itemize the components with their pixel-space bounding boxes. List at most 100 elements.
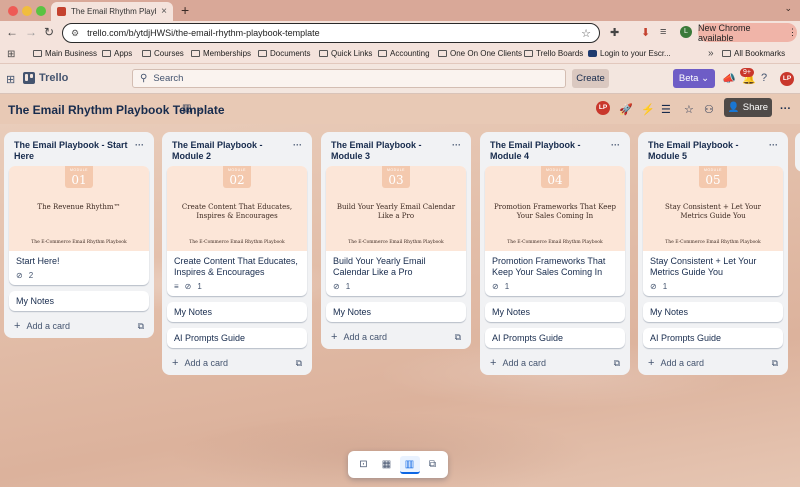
bookmark-folder[interactable]: Courses <box>142 49 184 58</box>
card-my-notes[interactable]: My Notes <box>643 302 783 322</box>
bookmark-folder[interactable]: Main Business <box>33 49 97 58</box>
card[interactable]: MODULE 03 Build Your Yearly Email Calend… <box>326 166 466 296</box>
more-bookmarks-chevron-icon[interactable]: » <box>708 48 714 59</box>
power-ups-rocket-icon[interactable]: 🚀 <box>619 103 633 116</box>
trello-logo[interactable]: Trello <box>23 72 68 84</box>
visibility-icon[interactable]: ⚇ <box>704 103 714 116</box>
card[interactable]: MODULE 04 Promotion Frameworks That Keep… <box>485 166 625 296</box>
board-member-avatar[interactable]: LP <box>596 101 610 115</box>
create-button[interactable]: Create <box>572 69 609 88</box>
attachment-icon: ⊘ <box>333 282 340 291</box>
back-arrow-icon[interactable]: ← <box>6 25 18 39</box>
bookmark-folder[interactable]: Documents <box>258 49 310 58</box>
list-menu-icon[interactable]: ··· <box>452 140 461 162</box>
create-from-template-icon[interactable]: ⧉ <box>138 321 144 332</box>
list-header[interactable]: The Email Playbook - Module 4 ··· <box>485 138 625 166</box>
bookmark-folder[interactable]: Memberships <box>191 49 251 58</box>
account-avatar[interactable]: LP <box>780 72 794 86</box>
board-title[interactable]: The Email Rhythm Playbook Template <box>8 103 225 117</box>
card-title: Promotion Frameworks That Keep Your Sale… <box>492 256 606 277</box>
media-queue-icon[interactable]: ≡ <box>660 26 666 38</box>
card[interactable]: MODULE 02 Create Content That Educates, … <box>167 166 307 296</box>
list-menu-icon[interactable]: ··· <box>769 140 778 162</box>
bookmark-folder[interactable]: Accounting <box>378 49 430 58</box>
automation-lightning-icon[interactable]: ⚡ <box>641 103 655 116</box>
card-my-notes[interactable]: My Notes <box>326 302 466 322</box>
app-switcher-icon[interactable]: ⊞ <box>6 73 15 86</box>
card[interactable]: MODULE 05 Stay Consistent + Let Your Met… <box>643 166 783 296</box>
list-title[interactable]: The Email Playbook - Module 2 <box>172 140 293 162</box>
list-header[interactable]: The Email Playbook - Module 5 ··· <box>643 138 783 166</box>
search-input[interactable]: ⚲ Search <box>132 69 566 88</box>
board-menu-icon[interactable]: ··· <box>780 103 791 115</box>
board-view-icon[interactable]: ▥ <box>399 455 420 474</box>
address-bar[interactable]: ⚙ trello.com/b/ytdjHWSi/the-email-rhythm… <box>62 23 600 43</box>
folder-icon <box>319 50 328 57</box>
switch-boards-icon[interactable]: ⧉ <box>423 456 443 474</box>
bookmark-star-icon[interactable]: ☆ <box>581 27 591 40</box>
close-tab-icon[interactable]: × <box>161 6 167 17</box>
create-from-template-icon[interactable]: ⧉ <box>772 358 778 369</box>
card-cover: MODULE 01 The Revenue Rhythm™ The E-Comm… <box>9 166 149 251</box>
close-window-button[interactable] <box>8 6 18 16</box>
new-tab-button[interactable]: + <box>181 2 189 18</box>
bookmark-folder[interactable]: Apps <box>102 49 132 58</box>
share-button[interactable]: 👤 Share <box>724 98 772 117</box>
list-header[interactable]: The Email Playbook - Start Here ··· <box>9 138 149 166</box>
add-card-button[interactable]: + Add a card <box>331 331 387 343</box>
site-info-icon[interactable]: ⚙ <box>71 28 79 39</box>
reload-icon[interactable]: ↻ <box>44 25 54 39</box>
list-title[interactable]: The Email Playbook - Module 4 <box>490 140 611 162</box>
bookmark-folder[interactable]: Trello Boards <box>524 49 583 58</box>
tab-search-chevron-icon[interactable]: ⌄ <box>784 3 792 14</box>
list-title[interactable]: The Email Playbook - Start Here <box>14 140 135 162</box>
cover-module-label: MODULE <box>704 168 722 172</box>
create-from-template-icon[interactable]: ⧉ <box>455 332 461 343</box>
add-card-button[interactable]: + Add a card <box>490 357 546 369</box>
card-my-notes[interactable]: My Notes <box>485 302 625 322</box>
add-card-button[interactable]: + Add a card <box>172 357 228 369</box>
chevron-down-icon[interactable]: ⌄ <box>196 103 204 114</box>
megaphone-icon[interactable]: 📣 <box>722 72 736 85</box>
minimize-window-button[interactable] <box>22 6 32 16</box>
download-icon[interactable]: ⬇ <box>641 26 650 39</box>
add-card-button[interactable]: + Add a card <box>648 357 704 369</box>
inbox-view-icon[interactable]: ⊡ <box>354 456 374 474</box>
cover-module-number: 01 <box>71 173 87 187</box>
list-menu-icon[interactable]: ··· <box>135 140 144 162</box>
planner-calendar-icon[interactable]: ▦ <box>377 456 397 474</box>
list-title[interactable]: The Email Playbook - Module 5 <box>648 140 769 162</box>
list-title[interactable]: The Email Playbook - Module 3 <box>331 140 452 162</box>
forward-arrow-icon[interactable]: → <box>25 25 37 39</box>
beta-button[interactable]: Beta ⌄ <box>673 69 715 88</box>
browser-tab-active[interactable]: The Email Rhythm Playbook T × <box>51 2 173 21</box>
list-menu-icon[interactable]: ··· <box>293 140 302 162</box>
filter-icon[interactable]: ☰ <box>661 103 671 116</box>
add-card-button[interactable]: + Add a card <box>14 320 70 332</box>
card-ai-prompts-guide[interactable]: AI Prompts Guide <box>485 328 625 348</box>
new-chrome-available-button[interactable]: New Chrome available ⋮ <box>698 23 797 43</box>
list-menu-icon[interactable]: ··· <box>611 140 620 162</box>
extensions-icon[interactable]: ✚ <box>610 26 619 39</box>
card-my-notes[interactable]: My Notes <box>9 291 149 311</box>
all-bookmarks-folder[interactable]: All Bookmarks <box>722 49 785 58</box>
bookmark-folder[interactable]: One On One Clients <box>438 49 522 58</box>
help-icon[interactable]: ? <box>761 72 767 84</box>
card-my-notes[interactable]: My Notes <box>167 302 307 322</box>
create-from-template-icon[interactable]: ⧉ <box>296 358 302 369</box>
create-from-template-icon[interactable]: ⧉ <box>614 358 620 369</box>
board-view-icon[interactable]: ▥ <box>182 103 191 114</box>
star-board-icon[interactable]: ☆ <box>684 103 694 116</box>
list-header[interactable]: The Email Playbook - Module 3 ··· <box>326 138 466 166</box>
bookmark-link[interactable]: Login to your Escr... <box>588 49 671 58</box>
chrome-profile-avatar[interactable]: L <box>680 26 692 38</box>
cover-title: Build Your Yearly Email Calendar Like a … <box>336 203 456 220</box>
card-ai-prompts-guide[interactable]: AI Prompts Guide <box>167 328 307 348</box>
list-header[interactable]: The Email Playbook - Module 2 ··· <box>167 138 307 166</box>
card[interactable]: MODULE 01 The Revenue Rhythm™ The E-Comm… <box>9 166 149 285</box>
maximize-window-button[interactable] <box>36 6 46 16</box>
card-ai-prompts-guide[interactable]: AI Prompts Guide <box>643 328 783 348</box>
apps-grid-icon[interactable]: ⊞ <box>7 49 15 60</box>
bookmark-folder[interactable]: Quick Links <box>319 49 372 58</box>
next-list-peek[interactable] <box>795 132 800 172</box>
